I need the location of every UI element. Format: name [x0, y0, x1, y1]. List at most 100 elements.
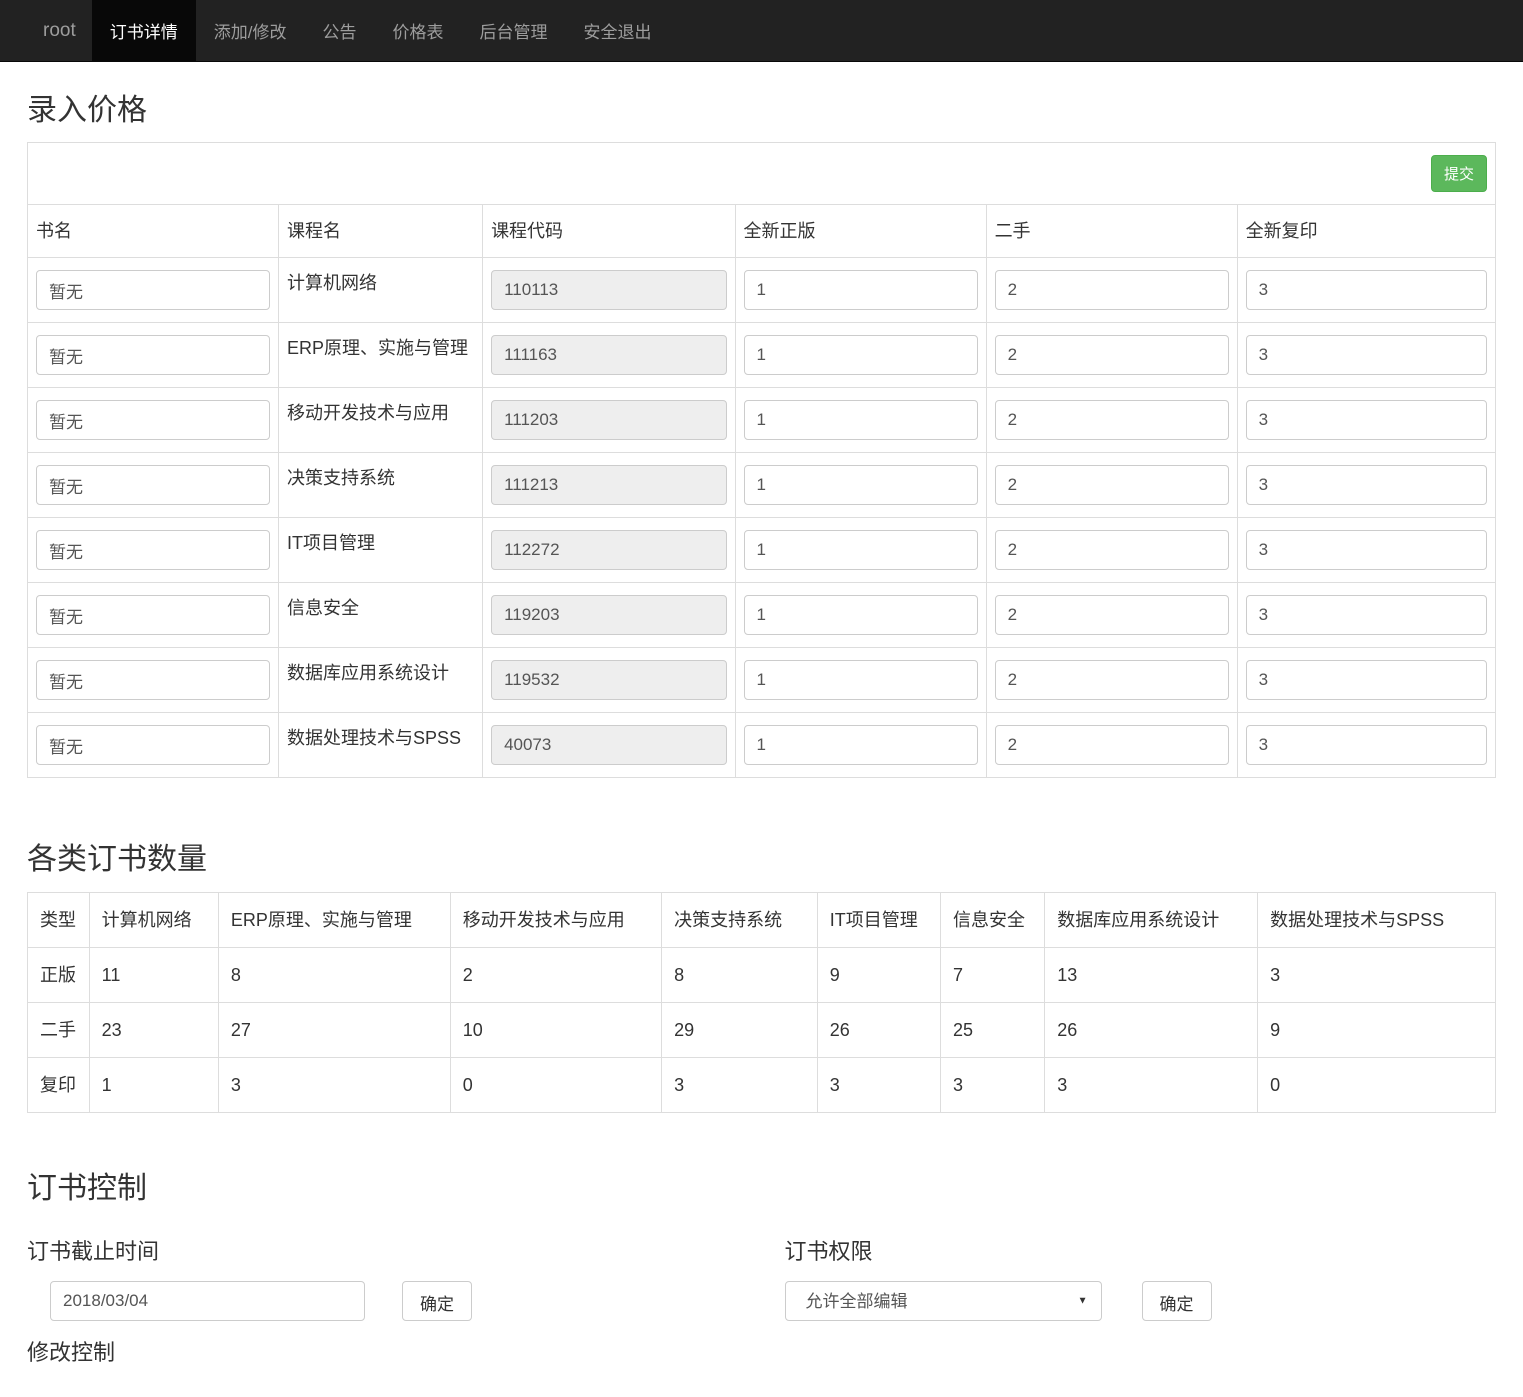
submit-button[interactable]: 提交 [1431, 155, 1487, 192]
control-row: 订书截止时间 确定 订书权限 允许全部编辑 确定 [27, 1207, 1496, 1321]
quantity-table: 类型 计算机网络 ERP原理、实施与管理 移动开发技术与应用 决策支持系统 IT… [27, 892, 1496, 1113]
qty-value: 3 [1258, 948, 1496, 1003]
course-code-input [491, 725, 726, 765]
second-hand-price-input[interactable] [995, 660, 1229, 700]
new-copy-price-input[interactable] [1246, 400, 1487, 440]
new-genuine-price-input[interactable] [744, 465, 978, 505]
qty-value: 9 [817, 948, 940, 1003]
nav-item-announcement[interactable]: 公告 [304, 0, 374, 61]
deadline-block: 订书截止时间 确定 [27, 1207, 762, 1321]
qty-value: 9 [1258, 1003, 1496, 1058]
qty-col-course: IT项目管理 [817, 893, 940, 948]
qty-value: 26 [817, 1003, 940, 1058]
second-hand-price-input[interactable] [995, 530, 1229, 570]
new-copy-price-input[interactable] [1246, 335, 1487, 375]
qty-value: 27 [218, 1003, 450, 1058]
quantity-row-genuine: 正版 11 8 2 8 9 7 13 3 [28, 948, 1496, 1003]
second-hand-price-input[interactable] [995, 465, 1229, 505]
qty-value: 0 [450, 1058, 661, 1113]
qty-type: 正版 [28, 948, 90, 1003]
second-hand-price-input[interactable] [995, 270, 1229, 310]
quantity-table-header-row: 类型 计算机网络 ERP原理、实施与管理 移动开发技术与应用 决策支持系统 IT… [28, 893, 1496, 948]
price-row: 决策支持系统 [28, 453, 1496, 518]
course-name: 决策支持系统 [279, 453, 483, 518]
col-header-second-hand: 二手 [986, 205, 1237, 258]
new-copy-price-input[interactable] [1246, 270, 1487, 310]
qty-value: 26 [1045, 1003, 1258, 1058]
book-name-input[interactable] [36, 465, 270, 505]
price-row: IT项目管理 [28, 518, 1496, 583]
price-row: 信息安全 [28, 583, 1496, 648]
col-header-new-genuine: 全新正版 [735, 205, 986, 258]
price-table: 提交 书名 课程名 课程代码 全新正版 二手 全新复印 计算机网络 ERP原理、… [27, 142, 1496, 778]
course-name: IT项目管理 [279, 518, 483, 583]
second-hand-price-input[interactable] [995, 335, 1229, 375]
modify-control-label: 修改控制 [27, 1335, 1496, 1367]
new-genuine-price-input[interactable] [744, 270, 978, 310]
col-header-book-name: 书名 [28, 205, 279, 258]
price-row: 计算机网络 [28, 258, 1496, 323]
qty-col-course: 数据库应用系统设计 [1045, 893, 1258, 948]
nav-item-order-details[interactable]: 订书详情 [92, 0, 196, 61]
qty-value: 3 [817, 1058, 940, 1113]
qty-type: 复印 [28, 1058, 90, 1113]
nav-item-add-modify[interactable]: 添加/修改 [196, 0, 305, 61]
new-copy-price-input[interactable] [1246, 725, 1487, 765]
toolbar-cell: 提交 [28, 143, 1496, 205]
new-copy-price-input[interactable] [1246, 530, 1487, 570]
new-copy-price-input[interactable] [1246, 595, 1487, 635]
new-genuine-price-input[interactable] [744, 725, 978, 765]
navbar: root 订书详情 添加/修改 公告 价格表 后台管理 安全退出 [0, 0, 1523, 62]
navbar-brand[interactable]: root [27, 0, 92, 61]
second-hand-price-input[interactable] [995, 400, 1229, 440]
new-genuine-price-input[interactable] [744, 595, 978, 635]
qty-col-course: ERP原理、实施与管理 [218, 893, 450, 948]
col-header-new-copy: 全新复印 [1237, 205, 1495, 258]
deadline-confirm-button[interactable]: 确定 [402, 1281, 472, 1321]
nav-item-price-list[interactable]: 价格表 [374, 0, 461, 61]
qty-col-course: 决策支持系统 [662, 893, 818, 948]
course-code-input [491, 465, 726, 505]
second-hand-price-input[interactable] [995, 725, 1229, 765]
course-name: 移动开发技术与应用 [279, 388, 483, 453]
permission-select-wrap: 允许全部编辑 [785, 1281, 1102, 1321]
book-name-input[interactable] [36, 595, 270, 635]
second-hand-price-input[interactable] [995, 595, 1229, 635]
deadline-input[interactable] [50, 1281, 365, 1321]
course-code-input [491, 270, 726, 310]
qty-value: 8 [662, 948, 818, 1003]
qty-value: 23 [89, 1003, 218, 1058]
new-copy-price-input[interactable] [1246, 660, 1487, 700]
new-genuine-price-input[interactable] [744, 400, 978, 440]
price-row: 数据库应用系统设计 [28, 648, 1496, 713]
qty-value: 10 [450, 1003, 661, 1058]
nav-item-admin[interactable]: 后台管理 [461, 0, 565, 61]
book-name-input[interactable] [36, 530, 270, 570]
deadline-label: 订书截止时间 [27, 1234, 762, 1266]
price-section-title: 录入价格 [27, 85, 1496, 129]
qty-value: 0 [1258, 1058, 1496, 1113]
qty-col-course: 信息安全 [941, 893, 1045, 948]
course-code-input [491, 660, 726, 700]
book-name-input[interactable] [36, 725, 270, 765]
qty-value: 13 [1045, 948, 1258, 1003]
price-row: 移动开发技术与应用 [28, 388, 1496, 453]
book-name-input[interactable] [36, 660, 270, 700]
book-name-input[interactable] [36, 335, 270, 375]
new-genuine-price-input[interactable] [744, 335, 978, 375]
qty-value: 3 [941, 1058, 1045, 1113]
quantity-section-title: 各类订书数量 [27, 834, 1496, 878]
qty-value: 3 [1045, 1058, 1258, 1113]
permission-select[interactable]: 允许全部编辑 [785, 1281, 1102, 1321]
new-genuine-price-input[interactable] [744, 660, 978, 700]
nav-item-logout[interactable]: 安全退出 [565, 0, 669, 61]
col-header-course-code: 课程代码 [483, 205, 735, 258]
quantity-row-second-hand: 二手 23 27 10 29 26 25 26 9 [28, 1003, 1496, 1058]
book-name-input[interactable] [36, 270, 270, 310]
qty-col-course: 数据处理技术与SPSS [1258, 893, 1496, 948]
course-name: 数据库应用系统设计 [279, 648, 483, 713]
new-genuine-price-input[interactable] [744, 530, 978, 570]
book-name-input[interactable] [36, 400, 270, 440]
new-copy-price-input[interactable] [1246, 465, 1487, 505]
permission-confirm-button[interactable]: 确定 [1142, 1281, 1212, 1321]
